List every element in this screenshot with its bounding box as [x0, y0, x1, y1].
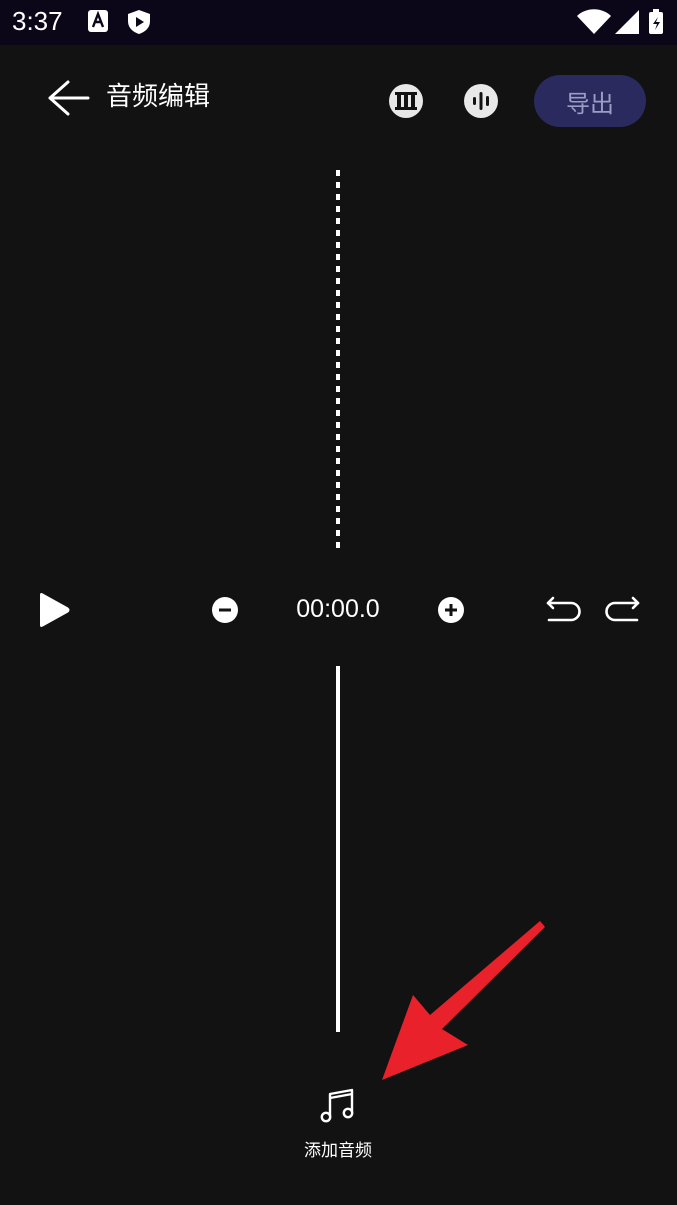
waveform-icon [473, 92, 489, 110]
piano-keys-button[interactable] [389, 84, 423, 118]
add-audio-label: 添加音频 [304, 1141, 372, 1161]
waveform-button[interactable] [464, 84, 498, 118]
status-bar: 3:37 [0, 0, 677, 45]
back-arrow-icon[interactable] [46, 78, 90, 118]
status-icons [577, 8, 667, 40]
zoom-in-icon[interactable] [438, 597, 464, 623]
annotation-arrow-icon [382, 921, 545, 1080]
piano-keys-icon [395, 92, 417, 110]
time-display: 00:00.0 [296, 595, 380, 623]
redo-icon[interactable] [605, 596, 641, 624]
add-audio-button[interactable]: 添加音频 [288, 1084, 388, 1164]
status-time: 3:37 [12, 6, 63, 36]
page-title: 音频编辑 [106, 82, 211, 112]
export-button[interactable]: 导出 [534, 75, 646, 127]
undo-icon[interactable] [545, 596, 581, 624]
playhead-dotted [336, 170, 340, 554]
signal-icon [615, 10, 639, 34]
shield-play-icon [128, 10, 150, 34]
play-icon[interactable] [36, 592, 72, 628]
timeline-cursor [336, 666, 340, 1032]
font-a-icon [88, 10, 108, 32]
battery-icon [649, 9, 663, 34]
music-note-icon [320, 1088, 354, 1123]
zoom-out-icon[interactable] [212, 597, 238, 623]
wifi-icon [577, 9, 611, 34]
